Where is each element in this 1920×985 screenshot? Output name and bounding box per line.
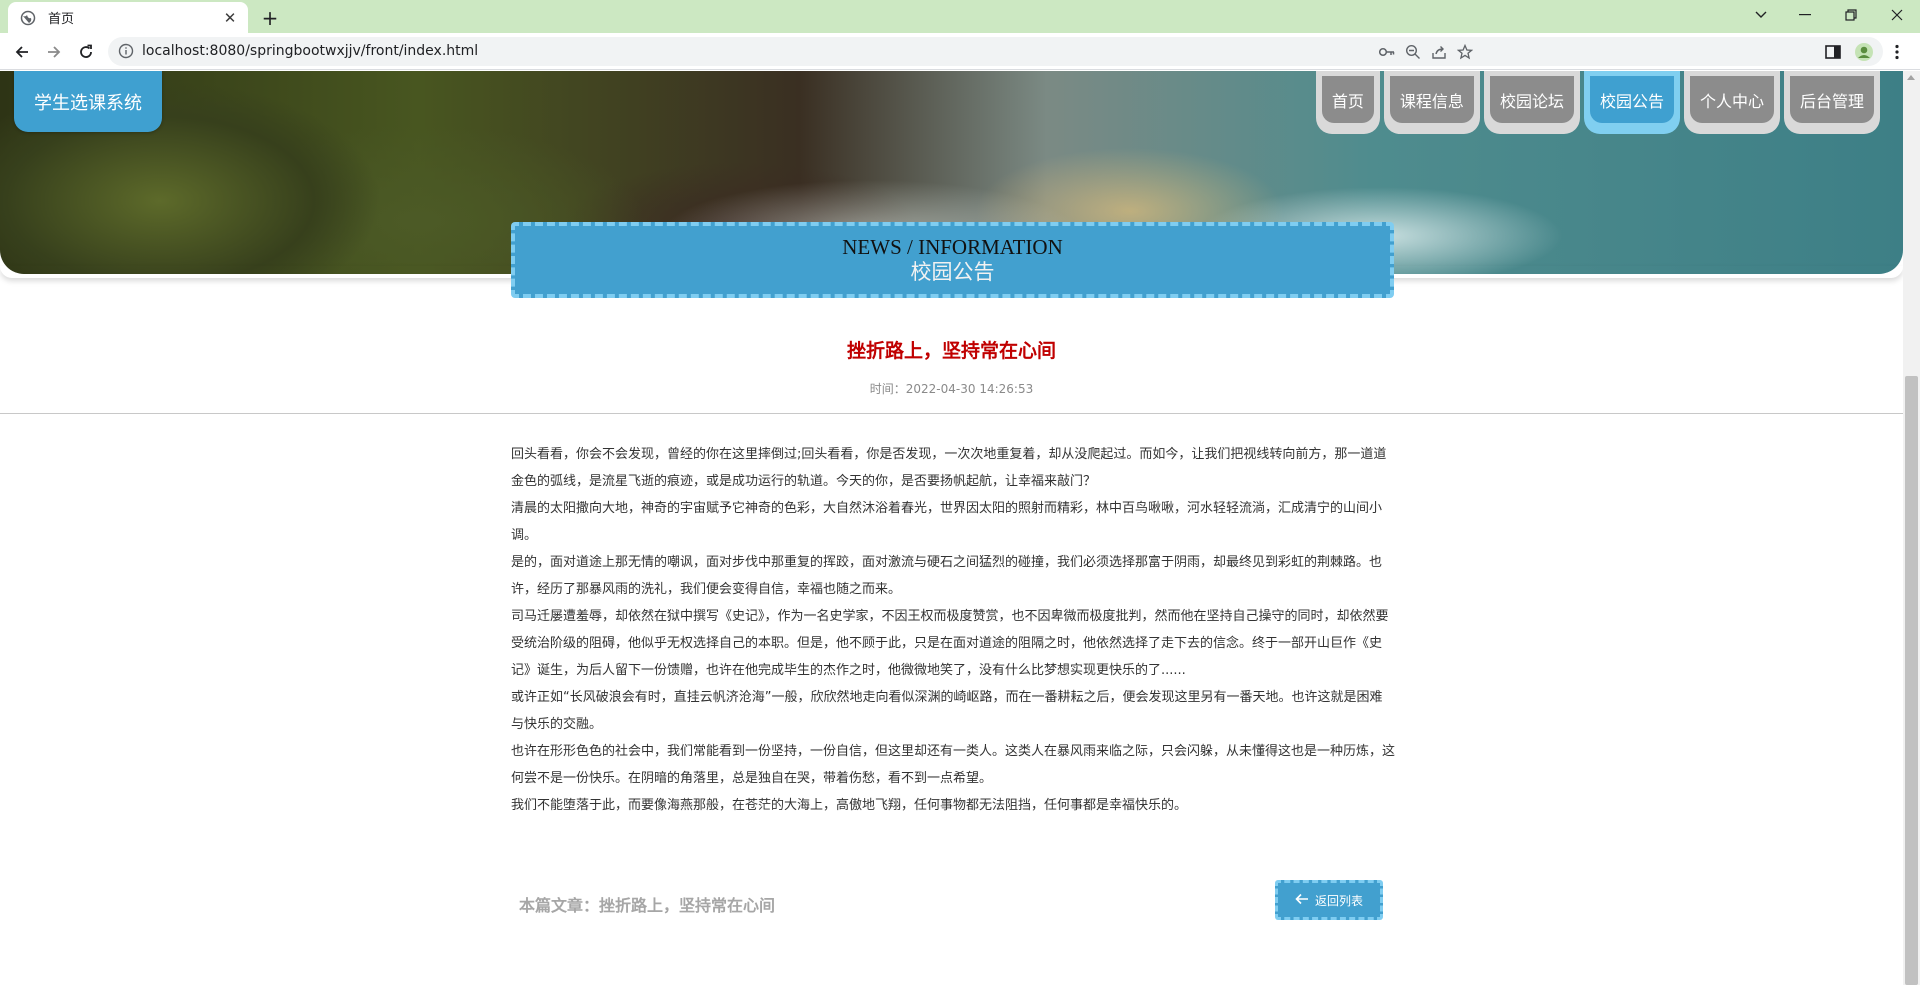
scroll-up-icon[interactable] <box>1907 75 1915 80</box>
article-paragraph: 或许正如“长风破浪会有时，直挂云帆济沧海”一般，欣欣然地走向看似深渊的崎岖路，而… <box>511 690 1383 732</box>
browser-tab-strip: 首页 ✕ + <box>0 0 1920 33</box>
article-paragraph: 是的，面对道途上那无情的嘲讽，面对步伐中那重复的挥跤，面对激流与硬石之间猛烈的碰… <box>511 555 1383 597</box>
close-icon[interactable]: ✕ <box>222 9 238 27</box>
nav-item-home[interactable]: 首页 <box>1315 71 1380 134</box>
page-viewport: 学生选课系统 首页 课程信息 校园论坛 校园公告 个人中心 后台管理 NEWS … <box>0 71 1920 985</box>
article-paragraph: 也许在形形色色的社会中，我们常能看到一份坚持，一份自信，但这里却还有一类人。这类… <box>511 744 1396 786</box>
article-paragraph: 清晨的太阳撒向大地，神奇的宇宙赋予它神奇的色彩，大自然沐浴着春光，世界因太阳的照… <box>511 501 1383 543</box>
profile-icon[interactable] <box>1854 42 1874 62</box>
share-icon[interactable] <box>1430 43 1448 61</box>
kebab-menu-icon[interactable] <box>1887 42 1907 62</box>
section-title-cn: 校园公告 <box>910 260 995 284</box>
minimize-icon[interactable] <box>1782 0 1828 30</box>
plus-icon[interactable]: + <box>258 6 282 30</box>
nav-item-notice[interactable]: 校园公告 <box>1583 71 1680 134</box>
address-bar[interactable]: localhost:8080/springbootwxjjv/front/ind… <box>108 37 1883 66</box>
article-title: 挫折路上，坚持常在心间 <box>846 340 1056 362</box>
article-paragraph: 回头看看，你会不会发现，曾经的你在这里摔倒过;回头看看，你是否发现，一次次地重复… <box>511 447 1387 489</box>
nav-item-courses[interactable]: 课程信息 <box>1383 71 1480 134</box>
back-button-label: 返回列表 <box>1314 893 1363 908</box>
info-icon[interactable] <box>118 43 134 59</box>
article-footer-label: 本篇文章：挫折路上，坚持常在心间 <box>519 896 776 915</box>
sidebar-icon[interactable] <box>1823 42 1843 62</box>
article-paragraph: 司马迁屡遭羞辱，却依然在狱中撰写《史记》，作为一名史学家，不因王权而极度赞赏，也… <box>511 609 1389 678</box>
browser-toolbar: localhost:8080/springbootwxjjv/front/ind… <box>0 33 1920 70</box>
zoom-icon[interactable] <box>1404 43 1422 61</box>
scroll-thumb[interactable] <box>1905 376 1918 985</box>
globe-icon <box>20 10 36 26</box>
star-icon[interactable] <box>1456 43 1474 61</box>
page-scrollbar[interactable] <box>1903 71 1920 985</box>
arrow-left-icon <box>1295 893 1309 908</box>
nav-label: 校园论坛 <box>1489 76 1574 123</box>
nav-label: 课程信息 <box>1389 76 1474 123</box>
url-text[interactable]: localhost:8080/springbootwxjjv/front/ind… <box>142 43 478 59</box>
article-time: 时间：2022-04-30 14:26:53 <box>869 382 1034 396</box>
nav-label: 后台管理 <box>1789 76 1874 123</box>
section-title-en: NEWS / INFORMATION <box>842 235 1063 259</box>
chevron-down-icon[interactable] <box>1738 0 1784 30</box>
nav-label: 个人中心 <box>1689 76 1774 123</box>
tab-title: 首页 <box>48 12 75 27</box>
nav-label: 首页 <box>1321 76 1374 123</box>
section-header: NEWS / INFORMATION 校园公告 <box>511 222 1394 298</box>
back-arrow-icon[interactable] <box>8 38 36 66</box>
site-logo[interactable]: 学生选课系统 <box>14 71 162 132</box>
reload-icon[interactable] <box>72 38 100 66</box>
article-paragraph: 我们不能堕落于此，而要像海燕那般，在苍茫的大海上，高傲地飞翔，任何事物都无法阻挡… <box>511 798 1188 813</box>
nav-item-forum[interactable]: 校园论坛 <box>1483 71 1580 134</box>
window-close-icon[interactable] <box>1874 0 1920 30</box>
browser-tab[interactable]: 首页 ✕ <box>8 2 248 33</box>
nav-label: 校园公告 <box>1589 76 1674 123</box>
back-to-list-button[interactable]: 返回列表 <box>1275 880 1383 920</box>
main-nav: 首页 课程信息 校园论坛 校园公告 个人中心 后台管理 <box>1315 71 1880 134</box>
key-icon[interactable] <box>1378 43 1396 61</box>
nav-item-admin[interactable]: 后台管理 <box>1783 71 1880 134</box>
article-content: 回头看看，你会不会发现，曾经的你在这里摔倒过;回头看看，你是否发现，一次次地重复… <box>511 441 1395 819</box>
forward-arrow-icon[interactable] <box>40 38 68 66</box>
restore-icon[interactable] <box>1828 0 1874 30</box>
divider <box>0 413 1903 414</box>
nav-item-profile[interactable]: 个人中心 <box>1683 71 1780 134</box>
